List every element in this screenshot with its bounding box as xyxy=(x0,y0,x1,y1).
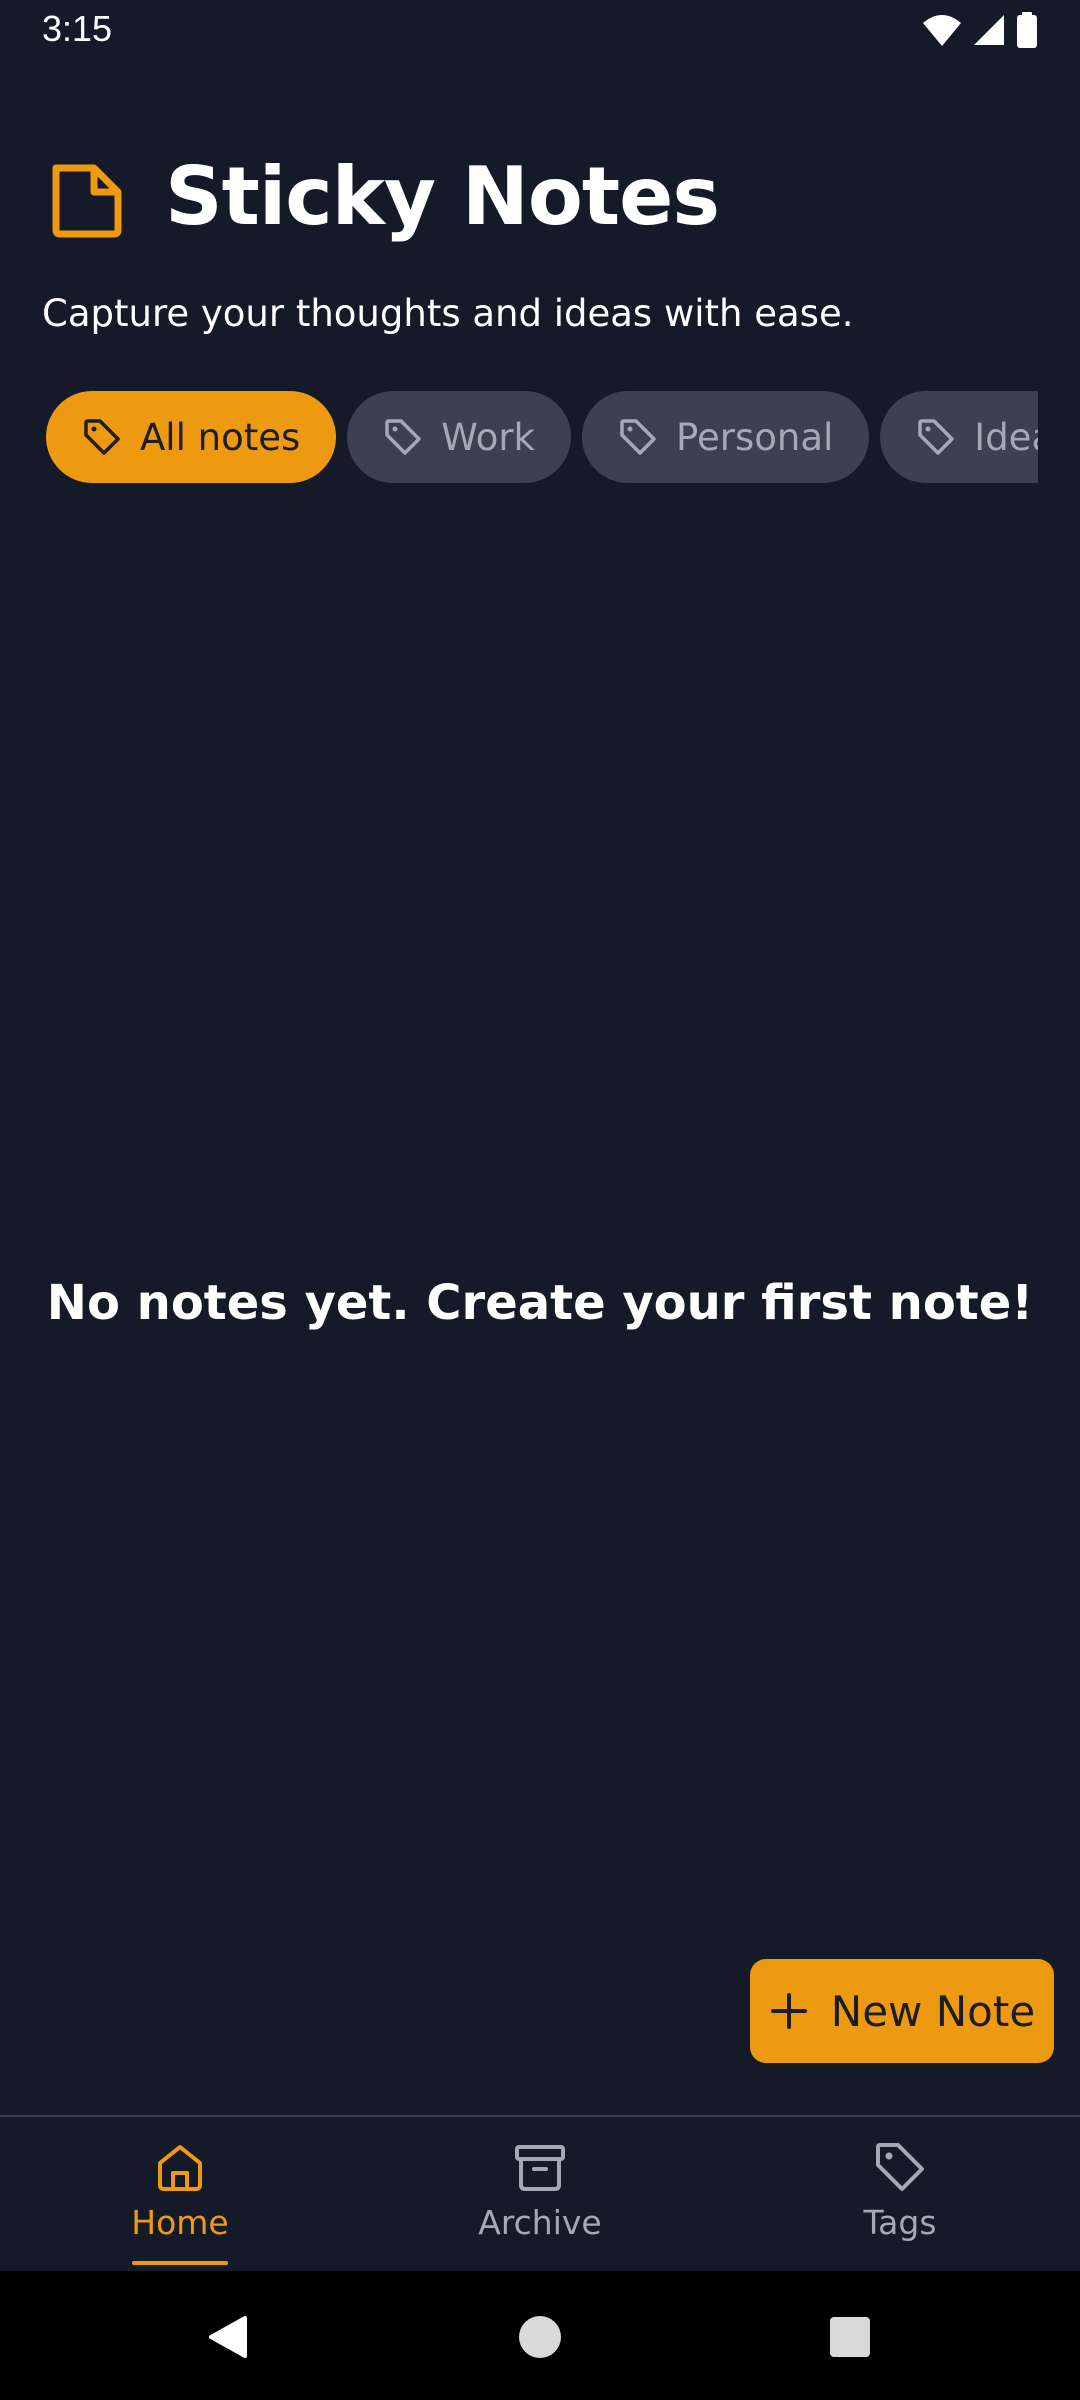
status-bar: 3:15 xyxy=(0,0,1080,62)
active-indicator xyxy=(132,2261,228,2265)
bottom-nav: Home Archive Tags xyxy=(0,2115,1080,2273)
nav-item-tags[interactable]: Tags xyxy=(780,2117,1020,2273)
new-note-label: New Note xyxy=(830,1986,1036,2036)
home-circle-icon[interactable] xyxy=(517,2314,563,2360)
archive-icon xyxy=(515,2145,565,2191)
tag-icon xyxy=(385,419,422,455)
nav-item-home[interactable]: Home xyxy=(60,2117,300,2273)
app-screen: 3:15 Sticky Notes Capture your thoughts … xyxy=(0,0,1080,2400)
recents-icon[interactable] xyxy=(829,2316,871,2358)
system-nav-bar xyxy=(0,2271,1080,2400)
tag-icon xyxy=(918,419,955,455)
filter-chip-label: All notes xyxy=(140,415,301,459)
nav-label-home: Home xyxy=(131,2203,229,2242)
back-icon[interactable] xyxy=(205,2314,251,2360)
signal-icon xyxy=(974,15,1004,45)
filter-chips-row: All notes Work Personal Ide xyxy=(46,391,1038,483)
note-icon xyxy=(52,164,122,238)
status-time: 3:15 xyxy=(42,8,113,49)
status-icons xyxy=(922,12,1038,48)
nav-label-tags: Tags xyxy=(863,2203,937,2242)
page-subtitle: Capture your thoughts and ideas with eas… xyxy=(42,292,854,335)
battery-icon xyxy=(1017,12,1037,48)
filter-chip-work[interactable]: Work xyxy=(347,391,571,483)
nav-item-archive[interactable]: Archive xyxy=(420,2117,660,2273)
plus-icon xyxy=(770,1993,807,2029)
filter-chip-label: Personal xyxy=(675,415,834,459)
tag-icon xyxy=(84,419,120,455)
filter-chip-label: Work xyxy=(441,415,535,459)
home-icon xyxy=(158,2145,202,2191)
filter-chip-personal[interactable]: Personal xyxy=(581,391,870,483)
filter-chips[interactable]: All notes Work Personal Ide xyxy=(46,391,1038,483)
nav-label-archive: Archive xyxy=(478,2203,602,2242)
tag-icon xyxy=(620,419,656,455)
filter-chip-all-notes[interactable]: All notes xyxy=(46,391,337,483)
filter-chip-label: Ideas xyxy=(974,415,1038,459)
filter-chip-ideas[interactable]: Ideas xyxy=(880,391,1038,483)
tag-icon xyxy=(876,2143,924,2191)
new-note-button[interactable]: New Note xyxy=(750,1959,1054,2063)
empty-state-message: No notes yet. Create your first note! xyxy=(46,1275,1034,1331)
wifi-icon xyxy=(923,15,961,46)
page-title: Sticky Notes xyxy=(165,150,720,243)
